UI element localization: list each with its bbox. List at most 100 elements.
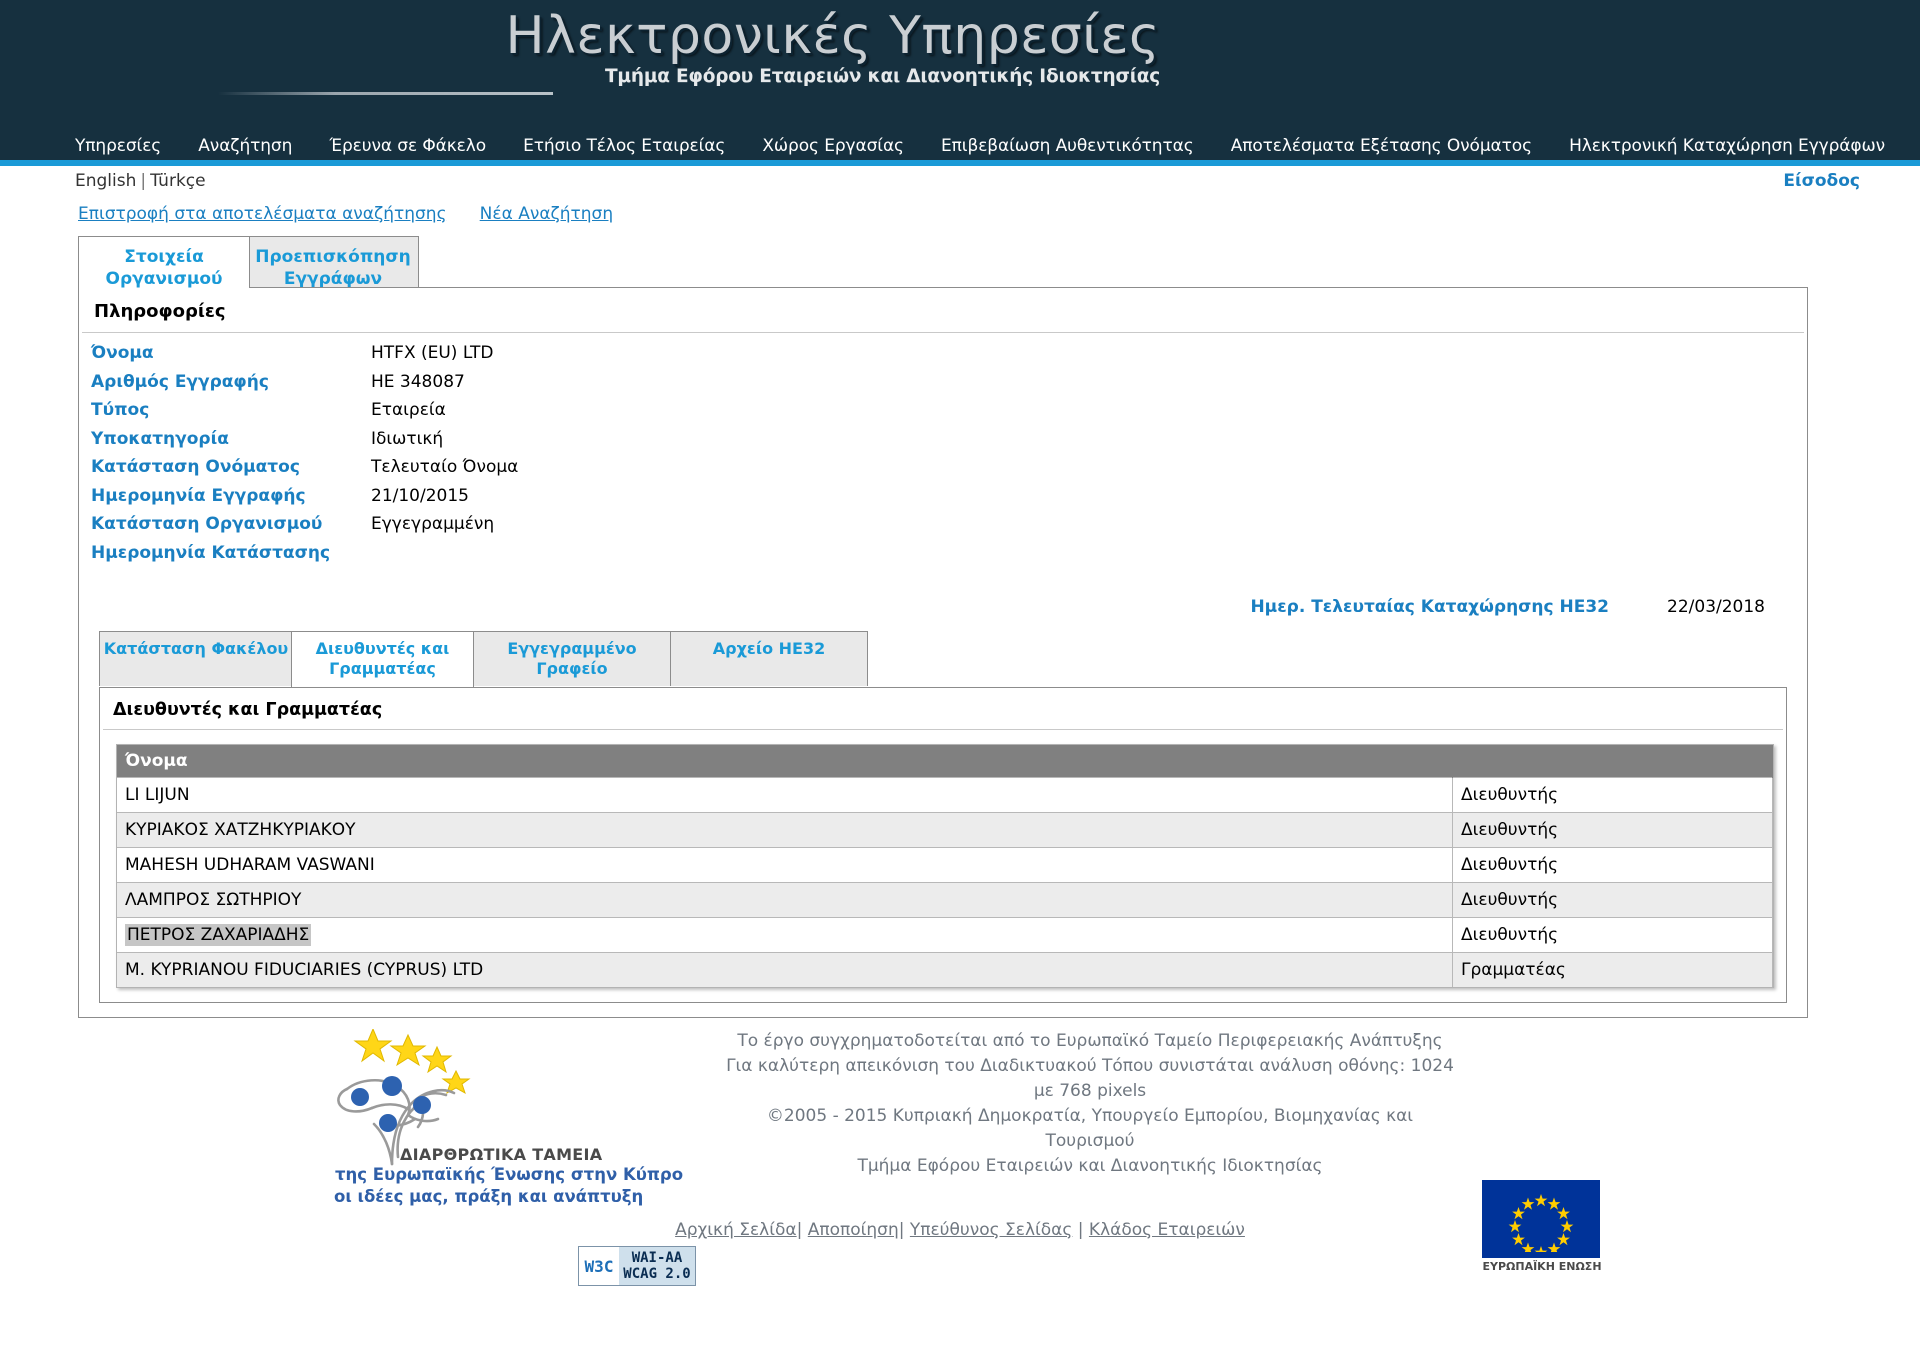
eu-flag-logo	[1482, 1180, 1600, 1258]
info-label-organization-status: Κατάσταση Οργανισμού	[91, 514, 323, 534]
footer-text-line-5: Τουρισμού	[1045, 1131, 1135, 1151]
footer-link-disclaimer[interactable]: Αποποίηση	[808, 1220, 899, 1240]
footer-text-line-4: ©2005 - 2015 Κυπριακή Δημοκρατία, Υπουργ…	[766, 1106, 1414, 1126]
column-header-name[interactable]: Όνομα	[117, 745, 1453, 778]
info-value-registration-date: 21/10/2015	[371, 485, 469, 506]
directors-table: Όνομα LI LIJUN Διευθυντής ΚΥΡΙΑΚΟΣ ΧΑΤΖΗ…	[117, 745, 1773, 987]
wai-badge-text: WAI-AA WCAG 2.0	[619, 1250, 695, 1282]
info-field-list: Όνομα HTFX (EU) LTD Αριθμός Εγγραφής ΗΕ 34…	[79, 333, 1807, 575]
table-row[interactable]: ΛΑΜΠΡΟΣ ΣΩΤΗΡΙΟΥ Διευθυντής	[117, 882, 1773, 918]
info-row-status-date: Ημερομηνία Κατάστασης	[91, 543, 1807, 572]
language-separator: |	[140, 171, 147, 191]
wai-badge-line1: WAI-AA	[631, 1250, 683, 1266]
nav-item-ilektroniki-kataxorisi[interactable]: Ηλεκτρονική Καταχώρηση Εγγράφων	[1569, 136, 1885, 156]
cell-role: Γραμματέας	[1452, 952, 1773, 987]
header-title-block: Ηλεκτρονικές Υπηρεσίες Τμήμα Εφόρου Εται…	[0, 0, 1180, 87]
cell-name: M. KYPRIANOU FIDUCIARIES (CYPRUS) LTD	[117, 952, 1453, 987]
info-value-type: Εταιρεία	[371, 400, 446, 420]
cell-role: Διευθυντής	[1452, 812, 1773, 848]
nav-item-anazitisi[interactable]: Αναζήτηση	[198, 136, 292, 156]
column-header-role[interactable]	[1452, 745, 1773, 778]
tab-file-status[interactable]: Κατάσταση Φακέλου	[99, 631, 293, 686]
eu-flag-caption: ΕΥΡΩΠΑΪΚΗ ΕΝΩΣΗ	[1482, 1260, 1602, 1273]
footer-text-line-2: Για καλύτερη απεικόνιση του Διαδικτυακού…	[726, 1056, 1454, 1076]
eu-stars-circle-icon	[1508, 1194, 1574, 1252]
wai-aa-wcag-badge[interactable]: W3C WAI-AA WCAG 2.0	[578, 1246, 696, 1286]
cell-name: ΛΑΜΠΡΟΣ ΣΩΤΗΡΙΟΥ	[117, 882, 1453, 918]
wai-badge-line2: WCAG 2.0	[623, 1266, 691, 1282]
info-label-status-date: Ημερομηνία Κατάστασης	[91, 542, 331, 563]
nav-item-epivevaiosi[interactable]: Επιβεβαίωση Αυθεντικότητας	[941, 136, 1194, 156]
footer-text-line-1: Το έργο συγχρηματοδοτείται από το Ευρωπα…	[737, 1031, 1443, 1051]
page-subtitle: Τμήμα Εφόρου Εταιρειών και Διανοητικής Ι…	[605, 66, 1160, 87]
title-rule-divider	[218, 92, 553, 95]
cell-name: MAHESH UDHARAM VASWANI	[117, 847, 1453, 883]
sf-caption-line1: ΔΙΑΡΘΡΩΤΙΚΑ ΤΑΜΕΙΑ	[400, 1145, 603, 1164]
footer-text-line-6: Τμήμα Εφόρου Εταιρειών και Διανοητικής Ι…	[857, 1156, 1323, 1176]
inner-tab-bar: Κατάσταση Φακέλου Διευθυντές και Γραμματ…	[99, 631, 1789, 687]
site-header: Ηλεκτρονικές Υπηρεσίες Τμήμα Εφόρου Εται…	[0, 0, 1920, 166]
table-row[interactable]: ΠΕΤΡΟΣ ΖΑΧΑΡΙΑΔΗΣ Διευθυντής	[117, 917, 1773, 953]
outer-tab-bar: Στοιχεία Οργανισμού Προεπισκόπηση Εγγράφ…	[78, 236, 1808, 311]
info-value-subcategory: Ιδιωτική	[371, 428, 444, 449]
cell-role: Διευθυντής	[1452, 882, 1773, 918]
directors-table-container: Όνομα LI LIJUN Διευθυντής ΚΥΡΙΑΚΟΣ ΧΑΤΖΗ…	[116, 744, 1774, 988]
info-row-registration-number: Αριθμός Εγγραφής ΗΕ 348087	[91, 372, 1807, 401]
language-link-english[interactable]: English	[75, 171, 136, 191]
cell-role: Διευθυντής	[1452, 777, 1773, 813]
nav-item-xoros-ergasias[interactable]: Χώρος Εργασίας	[762, 136, 904, 156]
footer-link-page-owner[interactable]: Υπεύθυνος Σελίδας	[910, 1220, 1073, 1240]
table-row[interactable]: LI LIJUN Διευθυντής	[117, 777, 1773, 813]
main-navigation: Υπηρεσίες Αναζήτηση Έρευνα σε Φάκελο Ετή…	[0, 136, 1920, 156]
cell-role: Διευθυντής	[1452, 917, 1773, 953]
footer-text-line-3: με 768 pixels	[1033, 1081, 1147, 1101]
footer-link-companies-section[interactable]: Κλάδος Εταιρειών	[1089, 1220, 1245, 1240]
sf-caption-line2: της Ευρωπαϊκής Ένωσης στην Κύπρο	[335, 1165, 684, 1184]
he32-last-filing-row: Ημερ. Τελευταίας Καταχώρησης ΗΕ32 22/03/2…	[79, 575, 1807, 631]
footer-links-bar: Αρχική Σελίδα| Αποποίηση| Υπεύθυνος Σελί…	[0, 1220, 1920, 1240]
tab-he32-archive[interactable]: Αρχείο ΗΕ32	[670, 631, 868, 686]
cell-role: Διευθυντής	[1452, 847, 1773, 883]
info-value-registration-number: ΗΕ 348087	[371, 371, 465, 392]
info-value-name: HTFX (EU) LTD	[371, 343, 494, 363]
info-row-name: Όνομα HTFX (EU) LTD	[91, 343, 1807, 372]
table-row[interactable]: M. KYPRIANOU FIDUCIARIES (CYPRUS) LTD Γρ…	[117, 952, 1773, 987]
nav-item-erevna-se-fakelo[interactable]: Έρευνα σε Φάκελο	[329, 136, 486, 156]
w3c-logo-icon: W3C	[579, 1247, 619, 1285]
search-links-bar: Επιστροφή στα αποτελέσματα αναζήτησης Νέ…	[0, 200, 1920, 236]
cell-name: LI LIJUN	[117, 777, 1453, 813]
table-header-row: Όνομα	[117, 745, 1773, 778]
directors-subpanel: Διευθυντές και Γραμματέας Όνομα LI LIJUN…	[99, 687, 1787, 1003]
info-row-subcategory: Υποκατηγορία Ιδιωτική	[91, 429, 1807, 458]
nav-item-etisio-telos[interactable]: Ετήσιο Τέλος Εταιρείας	[523, 136, 725, 156]
login-link[interactable]: Είσοδος	[1783, 171, 1860, 191]
table-row[interactable]: MAHESH UDHARAM VASWANI Διευθυντής	[117, 847, 1773, 883]
language-link-turkish[interactable]: Türkçe	[150, 171, 205, 191]
info-panel-heading: Πληροφορίες	[82, 291, 1804, 333]
tab-file-documents-preview[interactable]: Προεπισκόπηση Εγγράφων Φακέλου	[247, 236, 419, 311]
info-label-type: Τύπος	[91, 400, 150, 420]
table-row[interactable]: ΚΥΡΙΑΚΟΣ ΧΑΤΖΗΚΥΡΙΑΚΟΥ Διευθυντής	[117, 812, 1773, 848]
new-search-link[interactable]: Νέα Αναζήτηση	[480, 204, 613, 224]
footer-link-separator: |	[898, 1220, 910, 1240]
info-value-organization-status: Εγγεγραμμένη	[371, 514, 495, 534]
info-row-name-status: Κατάσταση Ονόματος Τελευταίο Όνομα	[91, 457, 1807, 486]
nav-item-apotelesmata[interactable]: Αποτελέσματα Εξέτασης Ονόματος	[1231, 136, 1532, 156]
he32-label: Ημερ. Τελευταίας Καταχώρησης ΗΕ32	[1250, 597, 1610, 617]
nav-item-ypiresies[interactable]: Υπηρεσίες	[75, 136, 161, 156]
page-title: Ηλεκτρονικές Υπηρεσίες	[505, 6, 1160, 66]
cell-name: ΠΕΤΡΟΣ ΖΑΧΑΡΙΑΔΗΣ	[117, 917, 1453, 953]
info-label-name-status: Κατάσταση Ονόματος	[91, 457, 300, 477]
cell-name: ΚΥΡΙΑΚΟΣ ΧΑΤΖΗΚΥΡΙΑΚΟΥ	[117, 812, 1453, 848]
tab-registered-office[interactable]: Εγγεγραμμένο Γραφείο	[472, 631, 672, 686]
tab-directors-and-secretary[interactable]: Διευθυντές και Γραμματέας	[291, 631, 474, 687]
footer-link-home[interactable]: Αρχική Σελίδα	[675, 1220, 797, 1240]
he32-value: 22/03/2018	[1667, 597, 1765, 617]
sf-caption-line3: οι ιδέες μας, πράξη και ανάπτυξη	[334, 1187, 644, 1206]
tab-organization-details[interactable]: Στοιχεία Οργανισμού	[78, 236, 250, 289]
language-bar: English | Türkçe Είσοδος	[0, 166, 1920, 200]
info-row-organization-status: Κατάσταση Οργανισμού Εγγεγραμμένη	[91, 514, 1807, 543]
footer-copyright-text: Το έργο συγχρηματοδοτείται από το Ευρωπα…	[680, 1029, 1500, 1179]
back-to-search-results-link[interactable]: Επιστροφή στα αποτελέσματα αναζήτησης	[78, 204, 447, 224]
info-row-registration-date: Ημερομηνία Εγγραφής 21/10/2015	[91, 486, 1807, 515]
